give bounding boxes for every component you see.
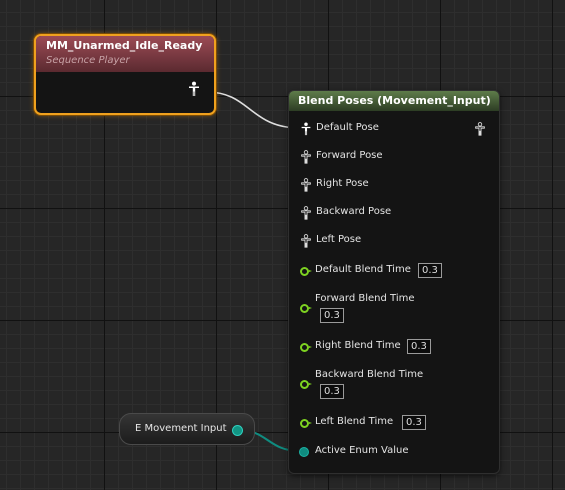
blend-poses-node[interactable]: Blend Poses (Movement_Input) Default Pos… [288, 90, 500, 474]
default-pose-label: Default Pose [316, 122, 379, 133]
enum-output-pin-icon[interactable] [232, 425, 243, 436]
backward-blend-time-label: Backward Blend Time [315, 369, 424, 380]
float-pin-icon[interactable] [300, 380, 312, 389]
pose-pin-icon[interactable] [299, 205, 313, 221]
forward-blend-time-label: Forward Blend Time [315, 293, 415, 304]
forward-pose-label: Forward Pose [316, 150, 383, 161]
sequence-player-node[interactable]: MM_Unarmed_Idle_Ready Sequence Player [34, 34, 216, 115]
backward-pose-label: Backward Pose [316, 206, 392, 217]
left-blend-time-label: Left Blend Time [315, 416, 394, 427]
movement-input-variable-label: E Movement Input [135, 423, 227, 434]
float-pin-icon[interactable] [300, 419, 312, 428]
sequence-player-subtitle: Sequence Player [46, 55, 130, 66]
pose-pin-icon[interactable] [299, 233, 313, 249]
movement-input-variable-node[interactable]: E Movement Input [119, 413, 255, 445]
blend-poses-header[interactable]: Blend Poses (Movement_Input) [289, 91, 499, 111]
pose-wire[interactable] [206, 91, 301, 129]
right-blend-time-label: Right Blend Time [315, 340, 401, 351]
default-blend-time-label: Default Blend Time [315, 264, 411, 275]
float-pin-icon[interactable] [300, 304, 312, 313]
backward-blend-time-input[interactable]: 0.3 [320, 384, 344, 399]
active-enum-value-label: Active Enum Value [315, 445, 409, 456]
right-pose-label: Right Pose [316, 178, 369, 189]
pose-output-pin-icon[interactable] [186, 81, 202, 97]
forward-blend-time-input[interactable]: 0.3 [320, 308, 344, 323]
left-blend-time-input[interactable]: 0.3 [402, 415, 426, 430]
pose-pin-icon[interactable] [299, 149, 313, 165]
float-pin-icon[interactable] [300, 267, 312, 276]
enum-input-pin-icon[interactable] [299, 447, 309, 457]
pose-output-pin-icon[interactable] [473, 121, 487, 137]
pose-pin-icon[interactable] [299, 177, 313, 193]
left-pose-label: Left Pose [316, 234, 362, 245]
sequence-player-header[interactable]: MM_Unarmed_Idle_Ready Sequence Player [36, 36, 214, 72]
pose-pin-filled-icon[interactable] [299, 121, 313, 137]
default-blend-time-input[interactable]: 0.3 [418, 263, 442, 278]
sequence-player-title: MM_Unarmed_Idle_Ready [46, 39, 203, 52]
float-pin-icon[interactable] [300, 343, 312, 352]
right-blend-time-input[interactable]: 0.3 [407, 339, 431, 354]
